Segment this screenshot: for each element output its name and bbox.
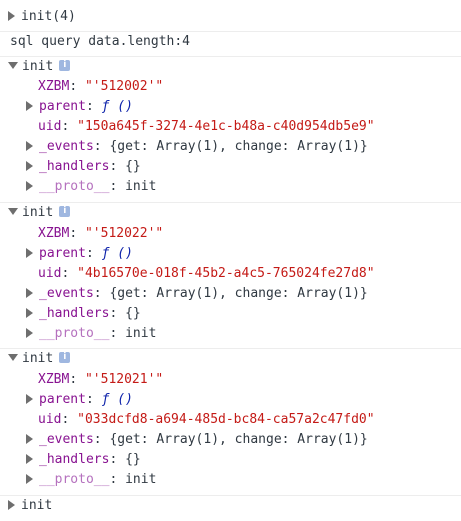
property-row-xzbm: XZBM: "'512002'"	[38, 79, 164, 94]
property-row-proto[interactable]: __proto__: init	[26, 177, 461, 197]
property-value: {get: Array(1), change: Array(1)}	[109, 432, 368, 447]
property-value: init	[125, 326, 157, 341]
expand-triangle-icon[interactable]	[26, 180, 33, 191]
property-row-events[interactable]: _events: {get: Array(1), change: Array(1…	[26, 284, 461, 304]
property-value: {}	[125, 452, 141, 467]
property-key: XZBM	[38, 226, 70, 241]
expand-triangle-icon[interactable]	[26, 433, 33, 444]
property-key: XZBM	[38, 372, 70, 387]
info-icon[interactable]: i	[59, 206, 71, 217]
property-row-events[interactable]: _events: {get: Array(1), change: Array(1…	[26, 430, 461, 450]
property-row-parent[interactable]: parent: ƒ ()	[26, 244, 461, 264]
expand-triangle-icon[interactable]	[26, 247, 33, 258]
property-row-parent[interactable]: parent: ƒ ()	[26, 97, 461, 117]
property-value: init	[125, 472, 157, 487]
property-value: "'512002'"	[84, 79, 164, 94]
property-value: ƒ ()	[101, 392, 133, 407]
expand-triangle-icon[interactable]	[26, 327, 33, 338]
property-row-handlers[interactable]: _handlers: {}	[26, 157, 461, 177]
property-row-proto[interactable]: __proto__: init	[26, 470, 461, 490]
console-panel: init(4) sql query data.length:4 init i XZ…	[0, 0, 461, 521]
object-name: init	[22, 205, 54, 220]
log-init-collapsed-row[interactable]: init	[0, 495, 461, 516]
property-key: XZBM	[38, 79, 70, 94]
collapse-triangle-icon[interactable]	[8, 354, 18, 361]
object-name: init	[22, 59, 54, 74]
property-value: "'512022'"	[84, 226, 164, 241]
object-header-row[interactable]: init i	[0, 348, 461, 369]
expand-triangle-icon[interactable]	[26, 473, 33, 484]
property-row-uid: uid: "4b16570e-018f-45b2-a4c5-765024fe27…	[38, 266, 375, 281]
property-value: "150a645f-3274-4e1c-b48a-c40d954db5e9"	[77, 119, 375, 134]
property-row-events[interactable]: _events: {get: Array(1), change: Array(1…	[26, 137, 461, 157]
log-sql-text: sql query data.length:4	[10, 34, 191, 49]
log-init-text: init	[21, 498, 53, 513]
property-key: _events	[39, 286, 94, 301]
property-key: _handlers	[39, 159, 110, 174]
property-row-xzbm: XZBM: "'512021'"	[38, 372, 164, 387]
object-header-row[interactable]: init i	[0, 202, 461, 223]
property-key: __proto__	[39, 326, 110, 341]
collapse-triangle-icon[interactable]	[8, 208, 18, 215]
property-value: "033dcfd8-a694-485d-bc84-ca57a2c47fd0"	[77, 412, 375, 427]
info-icon[interactable]: i	[59, 352, 71, 363]
property-value: init	[125, 179, 157, 194]
object-name: init	[22, 351, 54, 366]
expand-triangle-icon[interactable]	[8, 10, 15, 21]
log-sql-row: sql query data.length:4	[0, 31, 461, 52]
expand-triangle-icon[interactable]	[26, 453, 33, 464]
property-key: parent	[39, 99, 86, 114]
collapse-triangle-icon[interactable]	[8, 62, 18, 69]
property-key: _handlers	[39, 452, 110, 467]
expand-triangle-icon[interactable]	[8, 499, 15, 510]
log-init-4-text: init(4)	[21, 9, 76, 24]
property-row-uid: uid: "150a645f-3274-4e1c-b48a-c40d954db5…	[38, 119, 375, 134]
property-row-handlers[interactable]: _handlers: {}	[26, 304, 461, 324]
expand-triangle-icon[interactable]	[26, 140, 33, 151]
property-key: uid	[38, 412, 62, 427]
property-key: _handlers	[39, 306, 110, 321]
property-value: {get: Array(1), change: Array(1)}	[109, 139, 368, 154]
property-row-handlers[interactable]: _handlers: {}	[26, 450, 461, 470]
property-value: {get: Array(1), change: Array(1)}	[109, 286, 368, 301]
property-row-uid: uid: "033dcfd8-a694-485d-bc84-ca57a2c47f…	[38, 412, 375, 427]
property-key: parent	[39, 392, 86, 407]
property-key: parent	[39, 246, 86, 261]
property-key: __proto__	[39, 472, 110, 487]
property-value: "4b16570e-018f-45b2-a4c5-765024fe27d8"	[77, 266, 375, 281]
expand-triangle-icon[interactable]	[26, 100, 33, 111]
property-key: uid	[38, 266, 62, 281]
property-row-proto[interactable]: __proto__: init	[26, 324, 461, 344]
property-row-parent[interactable]: parent: ƒ ()	[26, 390, 461, 410]
property-value: ƒ ()	[101, 99, 133, 114]
property-value: {}	[125, 159, 141, 174]
property-key: __proto__	[39, 179, 110, 194]
property-key: _events	[39, 139, 94, 154]
property-value: {}	[125, 306, 141, 321]
expand-triangle-icon[interactable]	[26, 393, 33, 404]
expand-triangle-icon[interactable]	[26, 160, 33, 171]
property-value: "'512021'"	[84, 372, 164, 387]
property-value: ƒ ()	[101, 246, 133, 261]
expand-triangle-icon[interactable]	[26, 287, 33, 298]
log-init-4-row[interactable]: init(4)	[8, 7, 461, 27]
property-row-xzbm: XZBM: "'512022'"	[38, 226, 164, 241]
property-key: uid	[38, 119, 62, 134]
expand-triangle-icon[interactable]	[26, 307, 33, 318]
info-icon[interactable]: i	[59, 60, 71, 71]
property-key: _events	[39, 432, 94, 447]
object-header-row[interactable]: init i	[0, 56, 461, 77]
